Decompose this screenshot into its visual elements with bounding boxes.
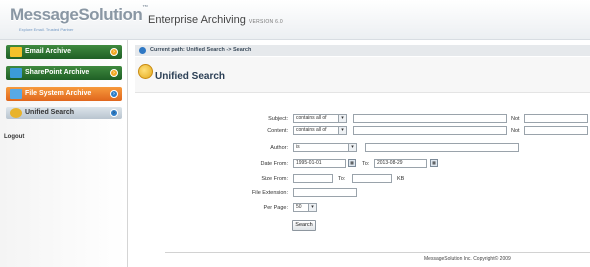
sidebar-item-sharepoint-archive[interactable]: SharePoint Archive ›	[6, 66, 122, 80]
breadcrumb-text: Current path: Unified Search -> Search	[150, 47, 252, 53]
app-title: Enterprise Archiving VERSION 6.0	[148, 14, 283, 26]
sidebar-item-unified-search[interactable]: Unified Search ›	[6, 107, 122, 119]
sidebar-item-label: File System Archive	[25, 90, 92, 97]
per-page-label: Per Page:	[263, 205, 288, 211]
author-operator-value: is	[296, 144, 300, 150]
subject-operator-select[interactable]: contains all of ▾	[293, 114, 347, 123]
per-page-value: 50	[296, 204, 302, 210]
chevron-down-icon: ▾	[338, 115, 346, 122]
expand-icon[interactable]: ›	[110, 109, 118, 117]
content-operator-select[interactable]: contains all of ▾	[293, 126, 347, 135]
content-label: Content:	[267, 128, 288, 134]
file-extension-label: File Extension:	[251, 190, 288, 196]
content-not-label: Not	[511, 128, 520, 134]
page-header: Unified Search	[135, 57, 590, 93]
content-operator-value: contains all of	[296, 127, 327, 133]
date-from-label: Date From:	[260, 161, 288, 167]
breadcrumb: Current path: Unified Search -> Search	[135, 45, 590, 56]
logo-text: MessageSolution	[10, 5, 143, 24]
chevron-down-icon: ▾	[348, 144, 356, 151]
page-title: Unified Search	[155, 71, 226, 82]
footer-divider	[165, 252, 590, 253]
subject-operator-value: contains all of	[296, 115, 327, 121]
expand-icon[interactable]: ›	[110, 69, 118, 77]
expand-icon[interactable]: ›	[110, 90, 118, 98]
chevron-down-icon: ▾	[308, 204, 316, 211]
app-header: MessageSolution™ Explore Email. Trusted …	[0, 0, 590, 40]
sidebar-item-label: Email Archive	[25, 48, 72, 55]
date-from-input[interactable]: 1995-01-01	[293, 159, 346, 168]
info-icon	[139, 47, 146, 54]
sidebar-item-label: Unified Search	[25, 109, 75, 116]
logo: MessageSolution™	[10, 5, 148, 25]
version-label: VERSION 6.0	[248, 19, 283, 25]
subject-input[interactable]	[353, 114, 507, 123]
sidebar-item-email-archive[interactable]: Email Archive ›	[6, 45, 122, 59]
calendar-icon[interactable]: ▦	[348, 159, 356, 167]
size-unit-label: KB	[397, 176, 405, 182]
file-system-icon	[10, 89, 22, 99]
sidebar: Email Archive › SharePoint Archive › Fil…	[0, 40, 128, 267]
logo-trademark: ™	[142, 5, 148, 11]
chevron-down-icon: ▾	[338, 127, 346, 134]
size-from-input[interactable]	[293, 174, 333, 183]
date-to-label: To:	[362, 161, 370, 167]
sharepoint-icon	[10, 68, 22, 78]
logo-tagline: Explore Email. Trusted Partner	[19, 27, 74, 32]
app-title-text: Enterprise Archiving	[148, 14, 246, 26]
file-extension-input[interactable]	[293, 188, 357, 197]
subject-not-input[interactable]	[524, 114, 588, 123]
logout-link[interactable]: Logout	[4, 134, 24, 140]
search-icon	[10, 108, 22, 118]
folder-icon	[10, 47, 22, 57]
per-page-select[interactable]: 50 ▾	[293, 203, 317, 212]
subject-label: Subject:	[268, 116, 288, 122]
calendar-icon[interactable]: ▦	[430, 159, 438, 167]
size-to-input[interactable]	[352, 174, 392, 183]
sidebar-item-file-system-archive[interactable]: File System Archive ›	[6, 87, 122, 101]
content-not-input[interactable]	[524, 126, 588, 135]
sidebar-item-label: SharePoint Archive	[25, 69, 90, 76]
author-operator-select[interactable]: is ▾	[293, 143, 357, 152]
subject-not-label: Not	[511, 116, 520, 122]
size-to-label: To:	[338, 176, 346, 182]
author-input[interactable]	[365, 143, 519, 152]
author-label: Author:	[270, 145, 288, 151]
search-button[interactable]: Search	[292, 220, 316, 231]
copyright-text: MessageSolution Inc. Copyright© 2009	[424, 256, 511, 262]
content-input[interactable]	[353, 126, 507, 135]
date-to-input[interactable]: 2013-08-29	[374, 159, 427, 168]
size-from-label: Size From:	[261, 176, 288, 182]
expand-icon[interactable]: ›	[110, 48, 118, 56]
search-icon	[138, 64, 153, 79]
